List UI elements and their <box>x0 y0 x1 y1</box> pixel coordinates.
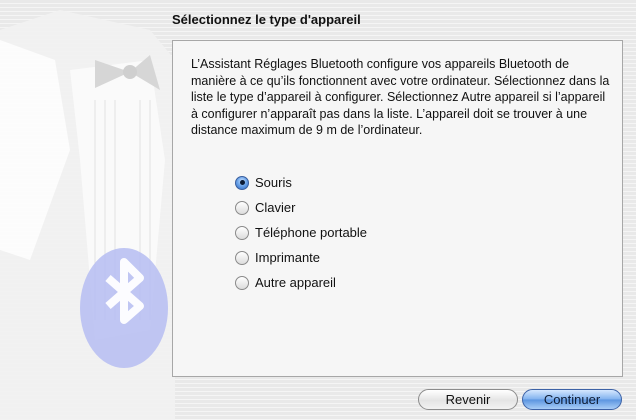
radio-autre-appareil[interactable]: Autre appareil <box>235 270 367 295</box>
page-title: Sélectionnez le type d'appareil <box>172 12 361 27</box>
description-text: L’Assistant Réglages Bluetooth configure… <box>191 57 610 137</box>
content-panel: L’Assistant Réglages Bluetooth configure… <box>172 40 623 377</box>
radio-imprimante[interactable]: Imprimante <box>235 245 367 270</box>
radio-label: Téléphone portable <box>255 225 368 240</box>
radio-button-icon[interactable] <box>235 275 249 290</box>
radio-label: Autre appareil <box>255 275 336 290</box>
radio-button-icon[interactable] <box>235 250 249 265</box>
radio-button-icon[interactable] <box>235 200 249 215</box>
radio-label: Souris <box>255 175 292 190</box>
radio-souris[interactable]: Souris <box>235 170 367 195</box>
radio-label: Clavier <box>255 200 296 215</box>
radio-telephone-portable[interactable]: Téléphone portable <box>235 220 367 245</box>
device-type-radio-group: Souris Clavier Téléphone portable Imprim… <box>235 170 367 295</box>
radio-button-icon[interactable] <box>235 225 249 240</box>
radio-label: Imprimante <box>255 250 321 265</box>
radio-clavier[interactable]: Clavier <box>235 195 367 220</box>
continue-button[interactable]: Continuer <box>522 389 622 410</box>
back-button[interactable]: Revenir <box>418 389 518 410</box>
radio-button-icon[interactable] <box>235 175 249 190</box>
